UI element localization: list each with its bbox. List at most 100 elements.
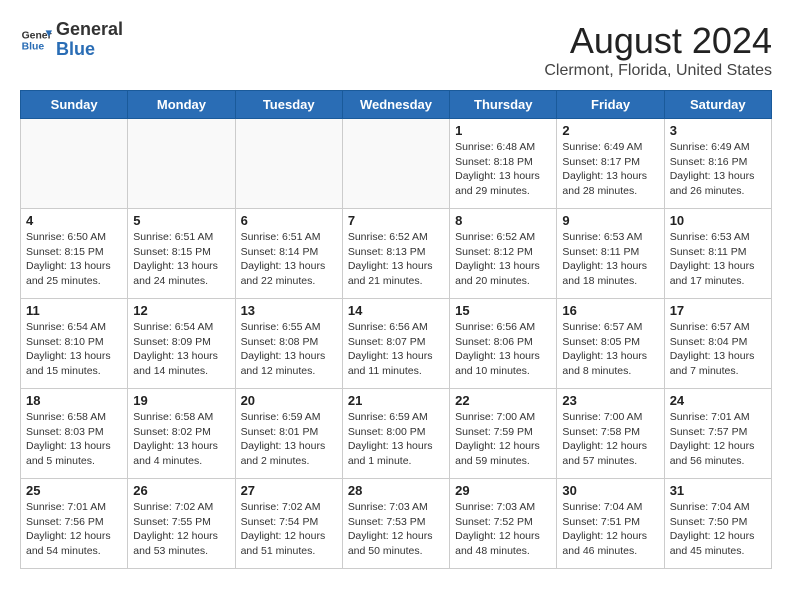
logo-general-text: General: [56, 19, 123, 39]
calendar-table: SundayMondayTuesdayWednesdayThursdayFrid…: [20, 90, 772, 569]
day-number: 31: [670, 483, 766, 498]
calendar-cell: 18 Sunrise: 6:58 AM Sunset: 8:03 PM Dayli…: [21, 389, 128, 479]
day-number: 26: [133, 483, 229, 498]
day-info: Sunrise: 7:01 AM Sunset: 7:56 PM Dayligh…: [26, 500, 122, 559]
day-info: Sunrise: 6:58 AM Sunset: 8:02 PM Dayligh…: [133, 410, 229, 469]
week-row-3: 11 Sunrise: 6:54 AM Sunset: 8:10 PM Dayli…: [21, 299, 772, 389]
day-info: Sunrise: 7:01 AM Sunset: 7:57 PM Dayligh…: [670, 410, 766, 469]
day-number: 27: [241, 483, 337, 498]
calendar-cell: 8 Sunrise: 6:52 AM Sunset: 8:12 PM Daylig…: [450, 209, 557, 299]
day-info: Sunrise: 6:52 AM Sunset: 8:13 PM Dayligh…: [348, 230, 444, 289]
calendar-cell: [342, 119, 449, 209]
week-row-5: 25 Sunrise: 7:01 AM Sunset: 7:56 PM Dayli…: [21, 479, 772, 569]
day-number: 23: [562, 393, 658, 408]
day-number: 11: [26, 303, 122, 318]
weekday-header-saturday: Saturday: [664, 91, 771, 119]
day-info: Sunrise: 6:55 AM Sunset: 8:08 PM Dayligh…: [241, 320, 337, 379]
calendar-cell: 1Sunrise: 6:48 AM Sunset: 8:18 PM Daylig…: [450, 119, 557, 209]
day-number: 9: [562, 213, 658, 228]
calendar-cell: 23 Sunrise: 7:00 AM Sunset: 7:58 PM Dayli…: [557, 389, 664, 479]
calendar-cell: 29Sunrise: 7:03 AM Sunset: 7:52 PM Dayli…: [450, 479, 557, 569]
weekday-header-tuesday: Tuesday: [235, 91, 342, 119]
day-info: Sunrise: 6:53 AM Sunset: 8:11 PM Dayligh…: [670, 230, 766, 289]
calendar-cell: [21, 119, 128, 209]
calendar-cell: 31 Sunrise: 7:04 AM Sunset: 7:50 PM Dayli…: [664, 479, 771, 569]
weekday-header-sunday: Sunday: [21, 91, 128, 119]
day-info: Sunrise: 7:04 AM Sunset: 7:50 PM Dayligh…: [670, 500, 766, 559]
calendar-cell: 28Sunrise: 7:03 AM Sunset: 7:53 PM Dayli…: [342, 479, 449, 569]
day-info: Sunrise: 6:54 AM Sunset: 8:09 PM Dayligh…: [133, 320, 229, 379]
svg-text:Blue: Blue: [22, 41, 45, 52]
day-number: 17: [670, 303, 766, 318]
day-number: 18: [26, 393, 122, 408]
day-info: Sunrise: 7:00 AM Sunset: 7:59 PM Dayligh…: [455, 410, 551, 469]
day-number: 10: [670, 213, 766, 228]
day-info: Sunrise: 7:02 AM Sunset: 7:55 PM Dayligh…: [133, 500, 229, 559]
calendar-cell: 24 Sunrise: 7:01 AM Sunset: 7:57 PM Dayli…: [664, 389, 771, 479]
weekday-header-wednesday: Wednesday: [342, 91, 449, 119]
week-row-2: 4 Sunrise: 6:50 AM Sunset: 8:15 PM Daylig…: [21, 209, 772, 299]
day-number: 30: [562, 483, 658, 498]
day-number: 25: [26, 483, 122, 498]
day-number: 3: [670, 123, 766, 138]
calendar-cell: 13Sunrise: 6:55 AM Sunset: 8:08 PM Dayli…: [235, 299, 342, 389]
calendar-cell: 19Sunrise: 6:58 AM Sunset: 8:02 PM Dayli…: [128, 389, 235, 479]
calendar-cell: 22 Sunrise: 7:00 AM Sunset: 7:59 PM Dayli…: [450, 389, 557, 479]
day-number: 2: [562, 123, 658, 138]
day-info: Sunrise: 6:54 AM Sunset: 8:10 PM Dayligh…: [26, 320, 122, 379]
location-subtitle: Clermont, Florida, United States: [544, 62, 772, 80]
calendar-cell: 20Sunrise: 6:59 AM Sunset: 8:01 PM Dayli…: [235, 389, 342, 479]
weekday-header-thursday: Thursday: [450, 91, 557, 119]
calendar-cell: 30 Sunrise: 7:04 AM Sunset: 7:51 PM Dayli…: [557, 479, 664, 569]
day-info: Sunrise: 6:50 AM Sunset: 8:15 PM Dayligh…: [26, 230, 122, 289]
day-info: Sunrise: 6:48 AM Sunset: 8:18 PM Dayligh…: [455, 140, 551, 199]
day-number: 22: [455, 393, 551, 408]
day-info: Sunrise: 6:51 AM Sunset: 8:14 PM Dayligh…: [241, 230, 337, 289]
day-number: 24: [670, 393, 766, 408]
day-info: Sunrise: 6:59 AM Sunset: 8:01 PM Dayligh…: [241, 410, 337, 469]
day-info: Sunrise: 7:02 AM Sunset: 7:54 PM Dayligh…: [241, 500, 337, 559]
day-number: 5: [133, 213, 229, 228]
day-number: 28: [348, 483, 444, 498]
day-number: 6: [241, 213, 337, 228]
day-info: Sunrise: 6:57 AM Sunset: 8:05 PM Dayligh…: [562, 320, 658, 379]
day-number: 29: [455, 483, 551, 498]
week-row-4: 18 Sunrise: 6:58 AM Sunset: 8:03 PM Dayli…: [21, 389, 772, 479]
calendar-cell: 26 Sunrise: 7:02 AM Sunset: 7:55 PM Dayli…: [128, 479, 235, 569]
calendar-cell: 15 Sunrise: 6:56 AM Sunset: 8:06 PM Dayli…: [450, 299, 557, 389]
day-number: 21: [348, 393, 444, 408]
day-info: Sunrise: 6:53 AM Sunset: 8:11 PM Dayligh…: [562, 230, 658, 289]
day-info: Sunrise: 6:56 AM Sunset: 8:06 PM Dayligh…: [455, 320, 551, 379]
day-info: Sunrise: 6:59 AM Sunset: 8:00 PM Dayligh…: [348, 410, 444, 469]
calendar-cell: 21 Sunrise: 6:59 AM Sunset: 8:00 PM Dayli…: [342, 389, 449, 479]
calendar-cell: 3 Sunrise: 6:49 AM Sunset: 8:16 PM Daylig…: [664, 119, 771, 209]
calendar-cell: 2 Sunrise: 6:49 AM Sunset: 8:17 PM Daylig…: [557, 119, 664, 209]
calendar-cell: 5Sunrise: 6:51 AM Sunset: 8:15 PM Daylig…: [128, 209, 235, 299]
week-row-1: 1Sunrise: 6:48 AM Sunset: 8:18 PM Daylig…: [21, 119, 772, 209]
calendar-cell: [235, 119, 342, 209]
calendar-cell: 7Sunrise: 6:52 AM Sunset: 8:13 PM Daylig…: [342, 209, 449, 299]
calendar-cell: 17Sunrise: 6:57 AM Sunset: 8:04 PM Dayli…: [664, 299, 771, 389]
day-info: Sunrise: 6:58 AM Sunset: 8:03 PM Dayligh…: [26, 410, 122, 469]
calendar-cell: [128, 119, 235, 209]
day-info: Sunrise: 6:52 AM Sunset: 8:12 PM Dayligh…: [455, 230, 551, 289]
title-section: August 2024 Clermont, Florida, United St…: [544, 20, 772, 80]
weekday-header-monday: Monday: [128, 91, 235, 119]
day-number: 12: [133, 303, 229, 318]
page-header: General Blue General Blue August 2024 Cl…: [20, 20, 772, 80]
calendar-cell: 6 Sunrise: 6:51 AM Sunset: 8:14 PM Daylig…: [235, 209, 342, 299]
day-number: 14: [348, 303, 444, 318]
day-info: Sunrise: 6:49 AM Sunset: 8:16 PM Dayligh…: [670, 140, 766, 199]
day-number: 15: [455, 303, 551, 318]
calendar-cell: 12 Sunrise: 6:54 AM Sunset: 8:09 PM Dayli…: [128, 299, 235, 389]
calendar-cell: 10 Sunrise: 6:53 AM Sunset: 8:11 PM Dayli…: [664, 209, 771, 299]
day-number: 4: [26, 213, 122, 228]
weekday-header-row: SundayMondayTuesdayWednesdayThursdayFrid…: [21, 91, 772, 119]
day-info: Sunrise: 7:04 AM Sunset: 7:51 PM Dayligh…: [562, 500, 658, 559]
calendar-cell: 16Sunrise: 6:57 AM Sunset: 8:05 PM Dayli…: [557, 299, 664, 389]
day-info: Sunrise: 6:49 AM Sunset: 8:17 PM Dayligh…: [562, 140, 658, 199]
day-info: Sunrise: 7:00 AM Sunset: 7:58 PM Dayligh…: [562, 410, 658, 469]
calendar-cell: 11 Sunrise: 6:54 AM Sunset: 8:10 PM Dayli…: [21, 299, 128, 389]
calendar-cell: 9 Sunrise: 6:53 AM Sunset: 8:11 PM Daylig…: [557, 209, 664, 299]
day-number: 8: [455, 213, 551, 228]
